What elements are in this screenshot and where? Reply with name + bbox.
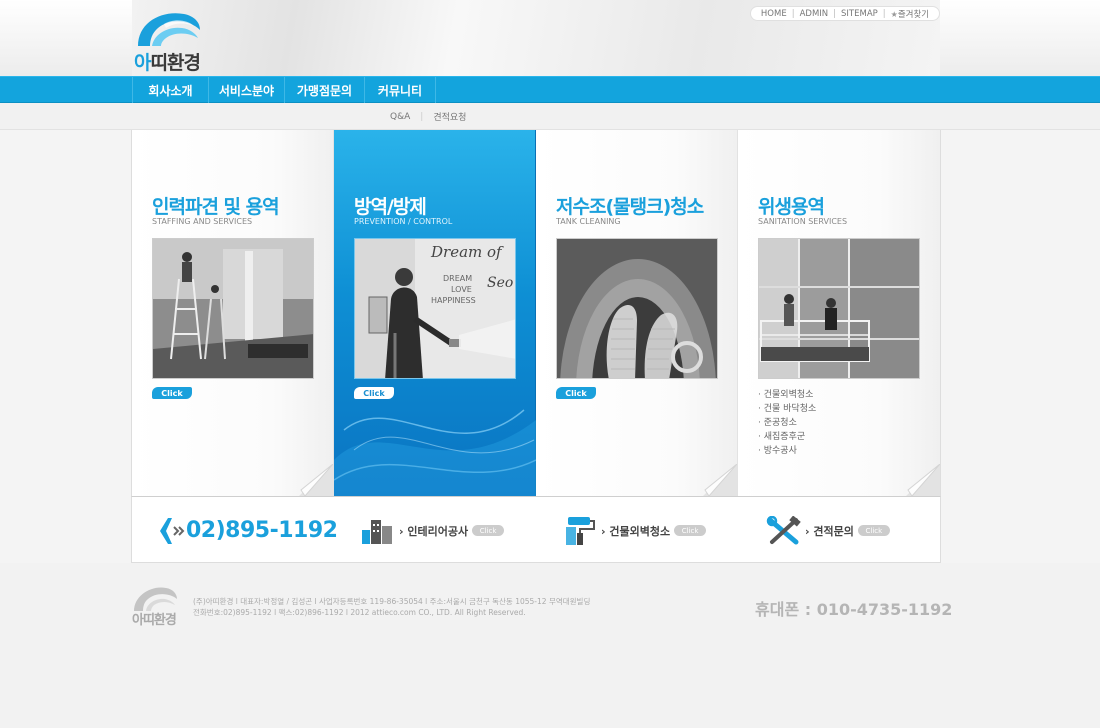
star-icon: ★ xyxy=(890,9,898,19)
phone-number: 02)895-1192 xyxy=(186,518,338,543)
utility-nav: HOME | ADMIN | SITEMAP | ★즐겨찾기 xyxy=(750,6,940,21)
panel-title: 위생용역 xyxy=(758,196,825,218)
panel-subtitle: PREVENTION / CONTROL xyxy=(354,217,453,226)
building-icon xyxy=(362,519,392,544)
page-fold-icon xyxy=(906,464,940,496)
util-sitemap-link[interactable]: SITEMAP xyxy=(836,9,883,19)
page-fold-icon xyxy=(703,464,737,496)
phone-arrow-icon xyxy=(160,517,185,544)
photo-text: DREAM xyxy=(443,274,472,283)
nav-item-company[interactable]: 회사소개 xyxy=(132,77,208,104)
click-button[interactable]: Click xyxy=(354,387,394,399)
subnav-qna-link[interactable]: Q&A xyxy=(390,112,410,122)
main-nav: 회사소개 서비스분야 가맹점문의 커뮤니티 xyxy=(0,76,1100,104)
quick-estimate[interactable]: › 견적문의 Click xyxy=(766,497,890,564)
sanitation-links: 건물외벽청소 건물 바닥청소 준공청소 새집증후군 방수공사 xyxy=(758,388,817,458)
service-panel-tank[interactable]: 저수조(물탱크)청소 TANK CLEANING Click xyxy=(536,130,738,496)
panel-subtitle: SANITATION SERVICES xyxy=(758,217,848,226)
service-panels: 인력파견 및 용역 STAFFING AND SERVICES Click 방역… xyxy=(131,130,941,496)
link-completion-cleaning[interactable]: 준공청소 xyxy=(758,416,816,430)
panel-subtitle: TANK CLEANING xyxy=(556,217,621,226)
link-sick-house[interactable]: 새집증후군 xyxy=(758,430,816,444)
footer-line: (주)아띠환경 l 대표자:박정열 / 김성곤 l 사업자등록번호 119-86… xyxy=(193,597,591,606)
util-admin-link[interactable]: ADMIN xyxy=(795,9,834,19)
sanitation-photo xyxy=(758,238,920,379)
service-panel-prevention[interactable]: 방역/방제 PREVENTION / CONTROL Dream of Seo … xyxy=(334,130,536,496)
footer-company-info: (주)아띠환경 l 대표자:박정열 / 김성곤 l 사업자등록번호 119-86… xyxy=(193,596,590,618)
photo-text: Seo xyxy=(487,275,513,291)
logo-text: 아띠환경 xyxy=(134,52,201,74)
panel-subtitle: STAFFING AND SERVICES xyxy=(152,217,253,226)
util-bookmark-link[interactable]: ★즐겨찾기 xyxy=(886,8,934,20)
site-logo[interactable]: 아띠환경 xyxy=(132,8,210,74)
click-button[interactable]: Click xyxy=(857,525,890,536)
panel-title: 인력파견 및 용역 xyxy=(152,196,280,218)
service-panel-staffing[interactable]: 인력파견 및 용역 STAFFING AND SERVICES Click xyxy=(132,130,334,496)
sub-nav: Q&A | 견적요청 xyxy=(0,103,1100,130)
quick-label: › 건물외벽청소 xyxy=(601,524,671,538)
footer-logo-wave-icon xyxy=(134,587,177,611)
photo-text: Dream of xyxy=(430,243,504,261)
page-fold-icon xyxy=(299,464,333,496)
quick-phone[interactable]: 02)895-1192 xyxy=(158,497,338,564)
panel-title: 저수조(물탱크)청소 xyxy=(556,196,704,218)
nav-item-community[interactable]: 커뮤니티 xyxy=(364,77,436,104)
util-bookmark-label: 즐겨찾기 xyxy=(897,9,930,20)
footer-logo: 아띠환경 xyxy=(132,585,182,629)
quick-label: › 인테리어공사 xyxy=(399,524,469,538)
link-floor-cleaning[interactable]: 건물 바닥청소 xyxy=(758,402,817,416)
quick-bar: 02)895-1192 › 인테리어공사 Click › 건물외벽청소 Clic… xyxy=(131,496,941,563)
tank-photo xyxy=(556,238,718,379)
click-button[interactable]: Click xyxy=(556,387,596,399)
tools-icon xyxy=(766,515,801,544)
photo-text: HAPPINESS xyxy=(431,296,476,305)
click-button[interactable]: Click xyxy=(674,525,707,536)
staffing-photo xyxy=(152,238,314,379)
panel-title: 방역/방제 xyxy=(354,196,427,218)
subnav-estimate-link[interactable]: 견적요청 xyxy=(433,110,466,123)
click-button[interactable]: Click xyxy=(152,387,192,399)
paint-roller-icon xyxy=(566,516,595,545)
nav-item-franchise[interactable]: 가맹점문의 xyxy=(284,77,364,104)
nav-item-services[interactable]: 서비스분야 xyxy=(208,77,284,104)
quick-label: › 견적문의 xyxy=(805,524,854,538)
click-button[interactable]: Click xyxy=(472,525,505,536)
link-waterproofing[interactable]: 방수공사 xyxy=(758,444,816,458)
service-panel-sanitation[interactable]: 위생용역 SANITATION SERVICES 건 xyxy=(738,130,940,496)
footer-logo-text: 아띠환경 xyxy=(132,613,177,628)
prevention-photo: Dream of Seo DREAM LOVE HAPPINESS xyxy=(354,238,516,379)
quick-exterior[interactable]: › 건물외벽청소 Click xyxy=(564,497,707,564)
footer-line: 전화번호:02)895-1192 l 팩스:02)896-1192 l 2012… xyxy=(193,608,526,617)
photo-text: LOVE xyxy=(451,285,472,294)
subnav-sep: | xyxy=(420,111,424,122)
footer-mobile: 휴대폰 : 010-4735-1192 xyxy=(755,600,953,619)
util-home-link[interactable]: HOME xyxy=(756,9,792,19)
logo-wave-icon xyxy=(138,13,200,46)
quick-interior[interactable]: › 인테리어공사 Click xyxy=(360,497,505,564)
link-exterior-wall[interactable]: 건물외벽청소 xyxy=(758,388,816,402)
footer: 아띠환경 (주)아띠환경 l 대표자:박정열 / 김성곤 l 사업자등록번호 1… xyxy=(0,563,1100,728)
